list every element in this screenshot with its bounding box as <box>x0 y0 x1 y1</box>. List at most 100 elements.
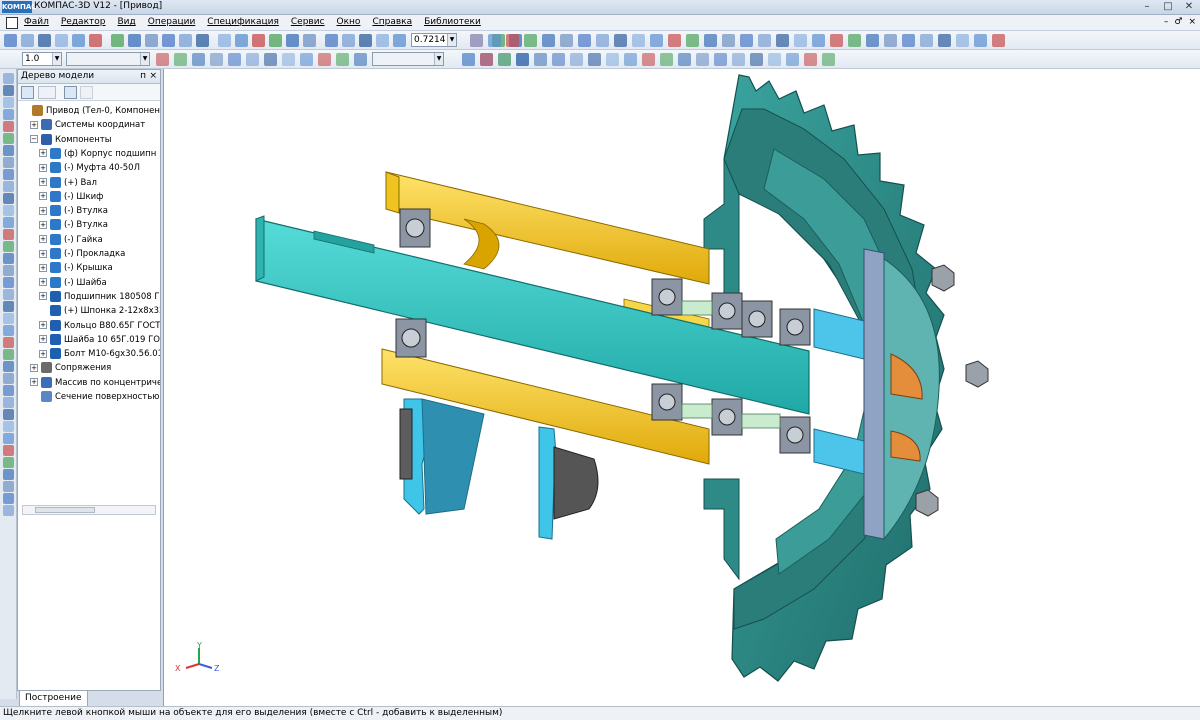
view-tool-icon[interactable] <box>668 34 681 47</box>
tree-item[interactable]: + (-) Гайка <box>39 233 103 247</box>
chevron-down-icon[interactable]: ▼ <box>447 34 456 46</box>
zoom-input[interactable]: 0.7214 ▼ <box>411 33 457 47</box>
menu-edit[interactable]: Редактор <box>61 17 106 27</box>
view-tool-icon[interactable] <box>578 34 591 47</box>
tree-item[interactable]: + Кольцо В80.65Г ГОСТ <box>39 319 160 333</box>
tree-item[interactable]: + (-) Втулка <box>39 218 108 232</box>
compact-panel-icon[interactable] <box>3 445 14 456</box>
pulley-hub-bottom[interactable] <box>703 478 740 581</box>
tree-show-properties-button[interactable] <box>64 86 77 99</box>
compact-panel-icon[interactable] <box>3 109 14 120</box>
view-tool-icon[interactable] <box>650 34 663 47</box>
compact-panel-icon[interactable] <box>3 301 14 312</box>
new-document-icon[interactable] <box>376 34 389 47</box>
zoom-in-icon[interactable] <box>325 34 338 47</box>
menu-libraries[interactable]: Библиотеки <box>424 17 481 27</box>
expand-icon[interactable]: + <box>39 220 47 229</box>
expand-icon[interactable]: + <box>39 335 47 344</box>
geometry-tool-icon[interactable] <box>246 53 259 66</box>
view-tool-icon[interactable] <box>830 34 843 47</box>
view-tool-icon[interactable] <box>686 34 699 47</box>
geometry-tool-icon[interactable] <box>822 53 835 66</box>
tree-item[interactable]: Сечение поверхностью: <box>30 390 160 404</box>
compact-panel-icon[interactable] <box>3 457 14 468</box>
maximize-button[interactable]: □ <box>1159 1 1177 13</box>
compact-panel-icon[interactable] <box>3 349 14 360</box>
menu-service[interactable]: Сервис <box>291 17 325 27</box>
geometry-tool-icon[interactable] <box>588 53 601 66</box>
view-tool-icon[interactable] <box>740 34 753 47</box>
compact-panel-icon[interactable] <box>3 289 14 300</box>
tree-horizontal-scrollbar[interactable] <box>22 505 156 515</box>
geometry-tool-icon[interactable] <box>678 53 691 66</box>
spacer-top[interactable] <box>681 300 713 316</box>
open-icon[interactable] <box>21 34 34 47</box>
collapse-icon[interactable]: − <box>30 135 38 144</box>
pulley-hub-top[interactable] <box>703 158 740 310</box>
geometry-tool-icon[interactable] <box>336 53 349 66</box>
view-tool-icon[interactable] <box>884 34 897 47</box>
geometry-tool-icon[interactable] <box>534 53 547 66</box>
geometry-tool-icon[interactable] <box>624 53 637 66</box>
tab-build[interactable]: Построение <box>19 691 88 707</box>
view-tool-icon[interactable] <box>866 34 879 47</box>
zoom-window-icon[interactable] <box>303 34 316 47</box>
view-tool-icon[interactable] <box>974 34 987 47</box>
mdi-restore-button[interactable]: ♂ <box>1174 17 1182 27</box>
fx-icon[interactable] <box>269 34 282 47</box>
tree-item[interactable]: + (ф) Корпус подшипн <box>39 147 156 161</box>
specification-icon[interactable] <box>179 34 192 47</box>
expand-icon[interactable]: + <box>39 235 47 244</box>
properties-icon[interactable] <box>162 34 175 47</box>
expand-icon[interactable]: + <box>39 278 47 287</box>
geometry-tool-icon[interactable] <box>300 53 313 66</box>
expand-icon[interactable]: + <box>39 249 47 258</box>
view-tool-icon[interactable] <box>956 34 969 47</box>
compact-panel-icon[interactable] <box>3 193 14 204</box>
paste-icon[interactable] <box>145 34 158 47</box>
redo-icon[interactable] <box>218 34 231 47</box>
view-tool-icon[interactable] <box>614 34 627 47</box>
menu-operations[interactable]: Операции <box>148 17 196 27</box>
compact-panel-icon[interactable] <box>3 433 14 444</box>
tree-item[interactable]: + Подшипник 180508 Г <box>39 290 160 304</box>
tree-item[interactable]: + Системы координат <box>30 118 145 132</box>
compact-panel-icon[interactable] <box>3 385 14 396</box>
view-tool-icon[interactable] <box>794 34 807 47</box>
view-tool-icon[interactable] <box>704 34 717 47</box>
compact-panel-icon[interactable] <box>3 205 14 216</box>
expand-icon[interactable]: + <box>39 292 47 301</box>
bolt-head-bottom[interactable] <box>915 489 939 517</box>
expand-icon[interactable]: + <box>39 149 47 158</box>
view-tool-icon[interactable] <box>506 34 519 47</box>
compact-panel-icon[interactable] <box>3 277 14 288</box>
bolt-head-top[interactable] <box>931 264 955 292</box>
open-icon[interactable] <box>393 34 406 47</box>
geometry-tool-icon[interactable] <box>282 53 295 66</box>
tree-item[interactable]: + (-) Крышка <box>39 261 113 275</box>
tree-item[interactable]: (+) Шпонка 2-12х8х32 <box>39 304 160 318</box>
copy-format-icon[interactable] <box>89 34 102 47</box>
print-icon[interactable] <box>55 34 68 47</box>
geometry-tool-icon[interactable] <box>480 53 493 66</box>
style-field[interactable]: ▼ <box>372 52 444 66</box>
close-icon[interactable]: × <box>149 70 157 83</box>
compact-panel-icon[interactable] <box>3 133 14 144</box>
geometry-tool-icon[interactable] <box>156 53 169 66</box>
compact-panel-icon[interactable] <box>3 325 14 336</box>
compact-panel-icon[interactable] <box>3 397 14 408</box>
compact-panel-icon[interactable] <box>3 421 14 432</box>
tree-item[interactable]: + (-) Муфта 40-50Л <box>39 161 140 175</box>
expand-icon[interactable]: + <box>39 263 47 272</box>
geometry-tool-icon[interactable] <box>174 53 187 66</box>
expand-icon[interactable]: + <box>39 192 47 201</box>
tree-item[interactable]: + (+) Вал <box>39 176 97 190</box>
assembly-section-view[interactable]: Y X Z <box>164 69 1200 706</box>
geometry-tool-icon[interactable] <box>660 53 673 66</box>
geometry-tool-icon[interactable] <box>750 53 763 66</box>
chevron-down-icon[interactable]: ▼ <box>52 53 61 65</box>
step-input[interactable]: 1.0 ▼ <box>22 52 62 66</box>
expand-icon[interactable]: + <box>39 163 47 172</box>
geometry-tool-icon[interactable] <box>228 53 241 66</box>
pin-icon[interactable]: п <box>140 70 146 83</box>
